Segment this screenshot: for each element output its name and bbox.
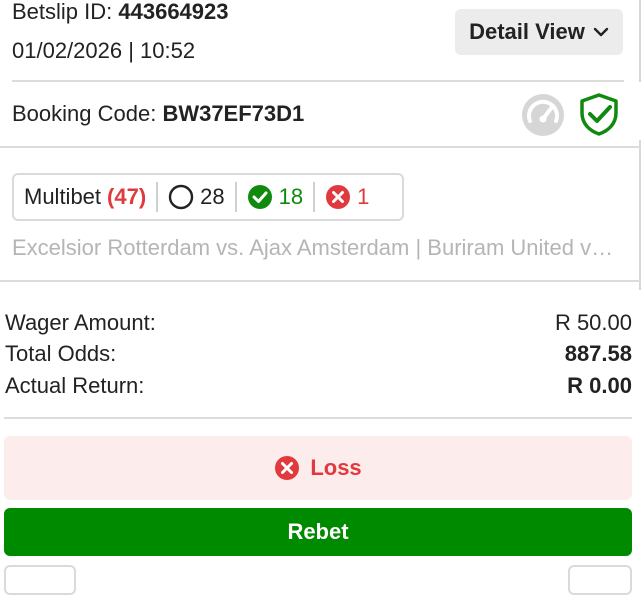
open-count: 28 [200, 184, 225, 209]
check-circle-icon [247, 185, 272, 209]
bet-type-count: (47) [107, 184, 147, 209]
event-list-preview[interactable]: Excelsior Rotterdam vs. Ajax Amsterdam |… [12, 235, 617, 261]
wager-value: R 50.00 [554, 310, 632, 335]
status-label: Loss [310, 455, 362, 480]
return-row: Actual Return: R 0.00 [5, 373, 632, 399]
betslip-id: Betslip ID: 443664923 [12, 0, 229, 25]
booking-code-label: Booking Code: [12, 101, 163, 126]
separator [313, 182, 316, 212]
return-label: Actual Return: [5, 373, 145, 398]
booking-code: Booking Code: BW37EF73D1 [12, 101, 304, 127]
wager-label: Wager Amount: [5, 310, 156, 335]
detail-view-label: Detail View [469, 19, 585, 44]
selection-summary: Multibet (47) 28 18 1 [12, 173, 404, 221]
won-count: 18 [278, 184, 304, 209]
lost-count: 1 [357, 184, 370, 209]
gauge-icon[interactable] [521, 93, 565, 137]
odds-row: Total Odds: 887.58 [5, 341, 632, 367]
divider [4, 417, 632, 419]
divider [0, 146, 641, 148]
betslip-id-value: 443664923 [118, 0, 229, 24]
x-circle-icon [326, 185, 351, 209]
odds-label: Total Odds: [5, 341, 117, 366]
bet-type-label: Multibet [24, 184, 102, 209]
loss-status-banner: Loss [4, 436, 632, 500]
rebet-button[interactable]: Rebet [4, 508, 632, 556]
date-time: 01/02/2026 | 10:52 [12, 38, 196, 63]
separator [156, 182, 159, 212]
divider [0, 280, 641, 282]
verified-shield-icon[interactable] [578, 92, 620, 136]
bottom-right-button[interactable] [568, 565, 632, 595]
return-value: R 0.00 [567, 373, 632, 398]
odds-value: 887.58 [564, 341, 632, 366]
open-circle-icon [168, 184, 194, 210]
detail-view-button[interactable]: Detail View [455, 9, 623, 55]
separator [234, 182, 237, 212]
wager-row: Wager Amount: R 50.00 [5, 310, 632, 336]
betslip-id-label: Betslip ID: [12, 0, 119, 24]
divider [12, 80, 624, 82]
booking-code-value: BW37EF73D1 [162, 101, 305, 126]
bottom-left-button[interactable] [4, 565, 76, 595]
chevron-down-icon [593, 27, 609, 37]
x-circle-icon [275, 456, 300, 480]
